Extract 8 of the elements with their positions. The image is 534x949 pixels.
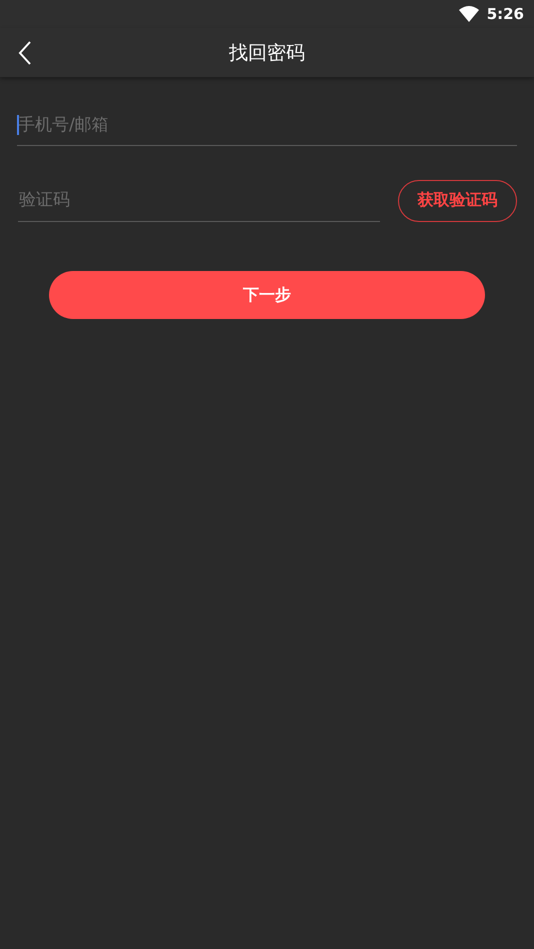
code-field[interactable]: 验证码	[18, 179, 380, 222]
next-button[interactable]: 下一步	[49, 271, 485, 319]
back-icon[interactable]	[18, 40, 32, 66]
wifi-icon	[458, 6, 479, 22]
account-field[interactable]: 手机号/邮箱	[17, 105, 517, 146]
get-code-button[interactable]: 获取验证码	[398, 180, 517, 222]
status-time: 5:26	[486, 5, 524, 23]
page-title: 找回密码	[229, 40, 305, 66]
